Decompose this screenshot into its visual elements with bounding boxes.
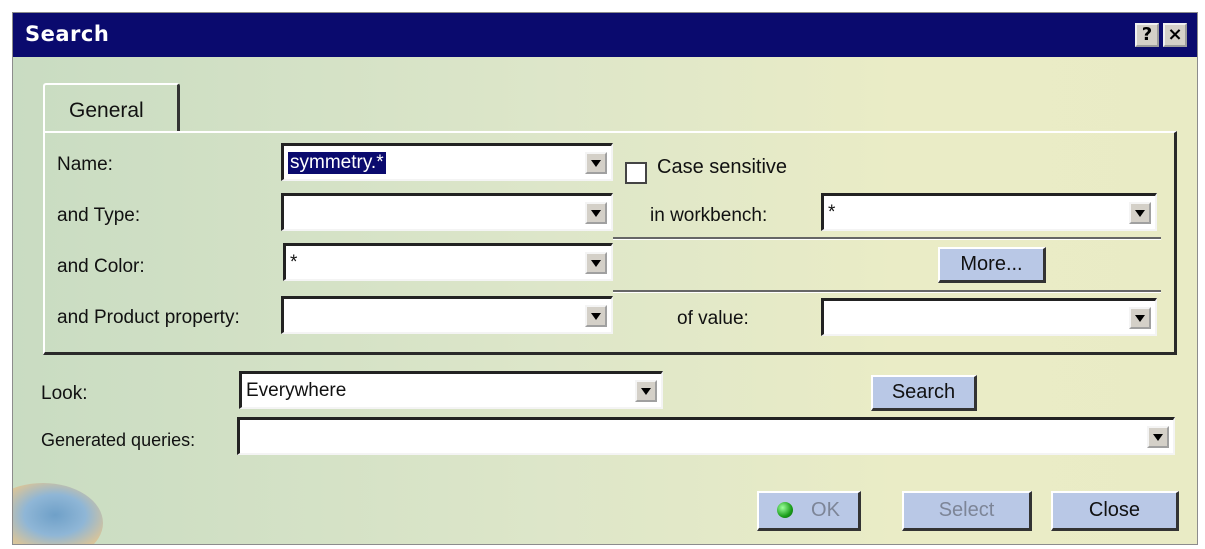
- type-combo[interactable]: [281, 193, 613, 231]
- name-label: Name:: [57, 154, 113, 175]
- color-label: and Color:: [57, 256, 145, 277]
- close-button[interactable]: Close: [1051, 491, 1179, 531]
- ok-label: OK: [811, 499, 840, 521]
- look-value: Everywhere: [246, 380, 347, 401]
- case-sensitive-label: Case sensitive: [657, 156, 788, 178]
- search-dialog: Search ? × General Name: symmetry.* Case…: [12, 12, 1198, 545]
- chevron-down-icon[interactable]: [585, 152, 607, 174]
- green-dot-icon: [777, 502, 794, 518]
- type-label: and Type:: [57, 205, 141, 226]
- look-combo[interactable]: Everywhere: [239, 371, 663, 409]
- look-label: Look:: [41, 383, 88, 404]
- tab-general-label: General: [69, 99, 144, 122]
- name-value: symmetry.*: [288, 152, 386, 174]
- workbench-value: *: [828, 202, 836, 223]
- chevron-down-icon[interactable]: [1129, 202, 1151, 224]
- title-bar: Search ? ×: [13, 13, 1197, 57]
- chevron-down-icon[interactable]: [585, 202, 607, 224]
- chevron-down-icon[interactable]: [1129, 307, 1151, 329]
- of-value-combo[interactable]: [821, 298, 1157, 336]
- window-title: Search: [25, 22, 110, 46]
- workbench-label: in workbench:: [650, 205, 768, 226]
- workbench-combo[interactable]: *: [821, 193, 1157, 231]
- chevron-down-icon[interactable]: [585, 305, 607, 327]
- product-property-combo[interactable]: [281, 296, 613, 334]
- ok-button[interactable]: OK: [757, 491, 861, 531]
- color-value: *: [290, 252, 298, 273]
- search-button[interactable]: Search: [871, 375, 977, 411]
- of-value-label: of value:: [677, 308, 749, 329]
- row-divider: [613, 290, 1161, 293]
- case-sensitive-checkbox[interactable]: [625, 162, 647, 184]
- product-property-label: and Product property:: [57, 307, 240, 328]
- more-button[interactable]: More...: [938, 247, 1046, 283]
- tab-general[interactable]: General: [43, 83, 180, 133]
- chevron-down-icon[interactable]: [1147, 426, 1169, 448]
- generated-queries-label: Generated queries:: [41, 430, 196, 450]
- chevron-down-icon[interactable]: [585, 252, 607, 274]
- color-combo[interactable]: *: [283, 243, 613, 281]
- row-divider: [613, 237, 1161, 240]
- chevron-down-icon[interactable]: [635, 380, 657, 402]
- help-icon[interactable]: ?: [1135, 23, 1159, 47]
- decorative-graphic: [13, 483, 103, 544]
- select-button[interactable]: Select: [902, 491, 1032, 531]
- name-combo[interactable]: symmetry.*: [281, 143, 613, 181]
- close-icon[interactable]: ×: [1163, 23, 1187, 47]
- generated-queries-combo[interactable]: [237, 417, 1175, 455]
